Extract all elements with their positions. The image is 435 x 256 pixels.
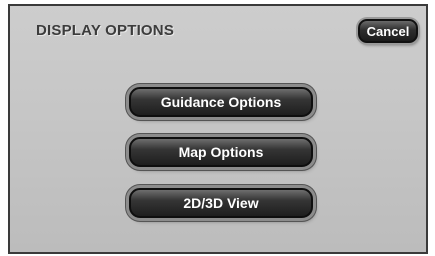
cancel-button[interactable]: Cancel bbox=[358, 19, 418, 43]
display-options-screen: DISPLAY OPTIONS Cancel Guidance Options … bbox=[8, 4, 428, 254]
page-title: DISPLAY OPTIONS bbox=[36, 22, 175, 39]
guidance-options-button[interactable]: Guidance Options bbox=[129, 87, 313, 117]
2d-3d-view-button[interactable]: 2D/3D View bbox=[129, 188, 313, 218]
map-options-button[interactable]: Map Options bbox=[129, 137, 313, 167]
